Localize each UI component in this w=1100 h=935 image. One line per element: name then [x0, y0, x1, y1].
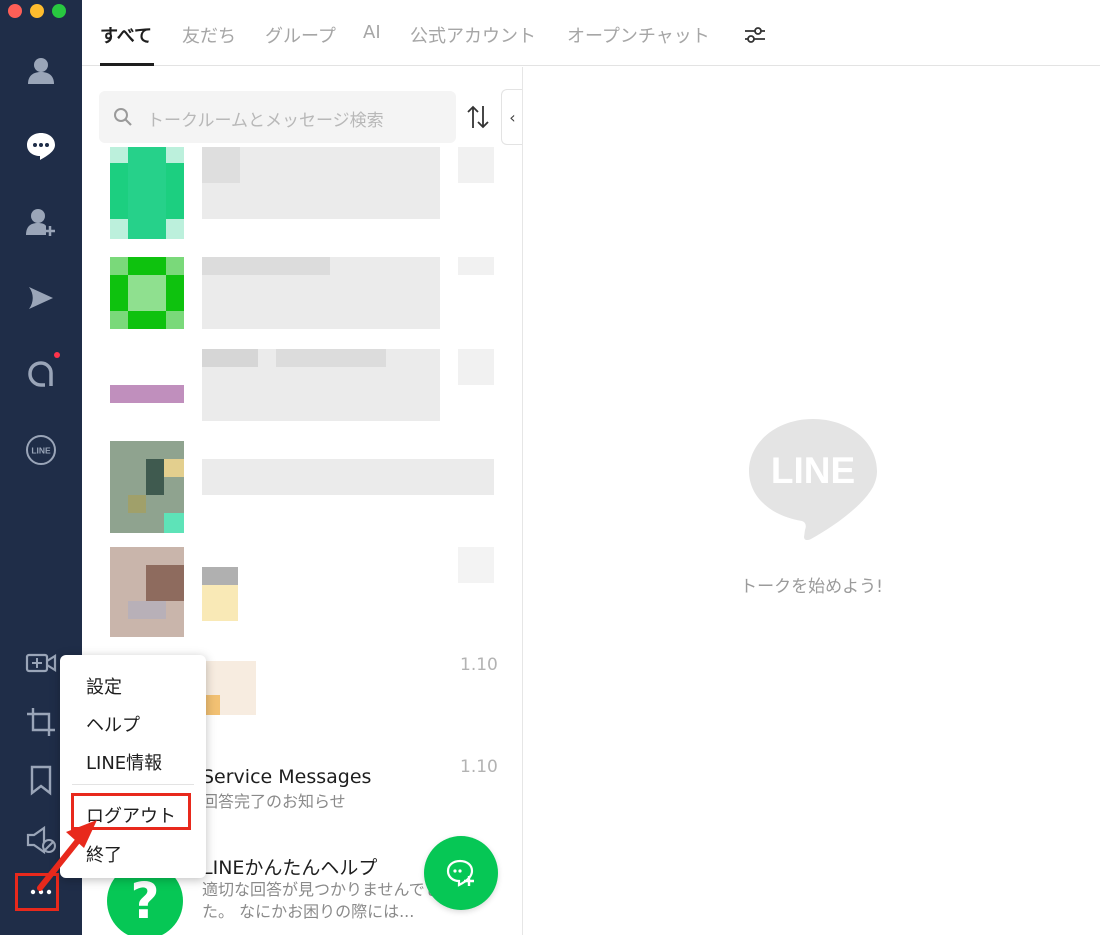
- keep-icon: [30, 765, 52, 796]
- sidebar-item-ai[interactable]: [0, 346, 82, 402]
- sidebar-item-voom[interactable]: [0, 270, 82, 326]
- chats-icon: [27, 133, 55, 160]
- svg-text:LINE: LINE: [771, 450, 855, 491]
- ai-icon: [28, 361, 53, 387]
- chat-time-redacted: [458, 349, 494, 385]
- new-chat-icon: [446, 859, 474, 887]
- search-placeholder: トークルームとメッセージ検索: [147, 111, 384, 131]
- tab-groups[interactable]: グループ: [265, 22, 336, 48]
- menu-item-help[interactable]: ヘルプ: [86, 711, 140, 737]
- chat-time: 1.10: [460, 757, 498, 777]
- avatar: [110, 385, 184, 403]
- line-official-icon: LINE: [26, 435, 56, 465]
- chat-time-redacted: [458, 257, 494, 275]
- logout-highlight-box: [71, 793, 191, 830]
- sidebar-item-chats[interactable]: [0, 118, 82, 174]
- video-call-icon: [25, 653, 57, 673]
- search-icon: [114, 108, 132, 126]
- sort-icon[interactable]: [466, 103, 490, 131]
- menu-divider: [72, 784, 194, 785]
- filter-settings-icon[interactable]: [742, 22, 768, 48]
- notification-badge: [54, 352, 60, 358]
- svg-text:LINE: LINE: [31, 446, 51, 456]
- chat-row-blurred[interactable]: [82, 347, 522, 447]
- empty-state-message: トークを始めよう!: [740, 577, 883, 597]
- active-tab-indicator: [100, 63, 154, 66]
- chat-row-blurred[interactable]: [82, 255, 522, 355]
- sidebar-item-add-friend[interactable]: [0, 194, 82, 250]
- chat-row-blurred[interactable]: [82, 441, 522, 541]
- menu-item-quit[interactable]: 終了: [86, 841, 122, 867]
- tab-friends[interactable]: 友だち: [182, 22, 236, 48]
- chat-empty-state: LINE トークを始めよう!: [523, 67, 1100, 935]
- help-question-icon: ?: [130, 872, 160, 930]
- voom-icon: [29, 287, 53, 309]
- collapse-list-button[interactable]: ‹: [501, 89, 522, 145]
- window-minimize-button[interactable]: [30, 4, 44, 18]
- chevron-left-icon: ‹: [509, 107, 516, 127]
- chat-time-redacted: [458, 147, 494, 183]
- more-button-highlight: [15, 873, 59, 911]
- sidebar-item-friends[interactable]: [0, 42, 82, 98]
- screenshot-icon: [27, 708, 55, 736]
- friends-icon: [28, 58, 54, 84]
- chat-name: LINEかんたんヘルプ: [202, 857, 378, 879]
- window-close-button[interactable]: [8, 4, 22, 18]
- menu-item-settings[interactable]: 設定: [86, 673, 122, 699]
- add-friend-icon: [26, 209, 55, 236]
- chat-time-redacted: [458, 547, 494, 583]
- tab-all[interactable]: すべて: [100, 22, 152, 48]
- tab-bar: すべて 友だち グループ AI 公式アカウント オープンチャット: [82, 0, 1100, 66]
- new-chat-button[interactable]: [424, 836, 498, 910]
- mute-icon: [26, 825, 56, 855]
- tab-open-chat[interactable]: オープンチャット: [567, 22, 710, 48]
- chat-row-blurred[interactable]: [82, 145, 522, 245]
- chat-row-blurred[interactable]: [82, 543, 522, 643]
- chat-time: 1.10: [460, 655, 498, 675]
- more-menu-popup: 設定 ヘルプ LINE情報 ログアウト 終了: [60, 655, 206, 878]
- sidebar-item-line[interactable]: LINE: [0, 422, 82, 478]
- tab-ai[interactable]: AI: [363, 22, 381, 43]
- chat-preview: 適切な回答が見つかりませんでした。 なにかお困りの際には...: [202, 880, 441, 921]
- window-zoom-button[interactable]: [52, 4, 66, 18]
- chat-preview: 回答完了のお知らせ: [202, 792, 346, 811]
- search-input[interactable]: トークルームとメッセージ検索: [99, 91, 456, 143]
- menu-item-about-line[interactable]: LINE情報: [86, 749, 162, 775]
- tab-official-accounts[interactable]: 公式アカウント: [410, 22, 536, 48]
- line-logo-icon: LINE: [749, 419, 877, 541]
- chat-name: Service Messages: [202, 766, 372, 788]
